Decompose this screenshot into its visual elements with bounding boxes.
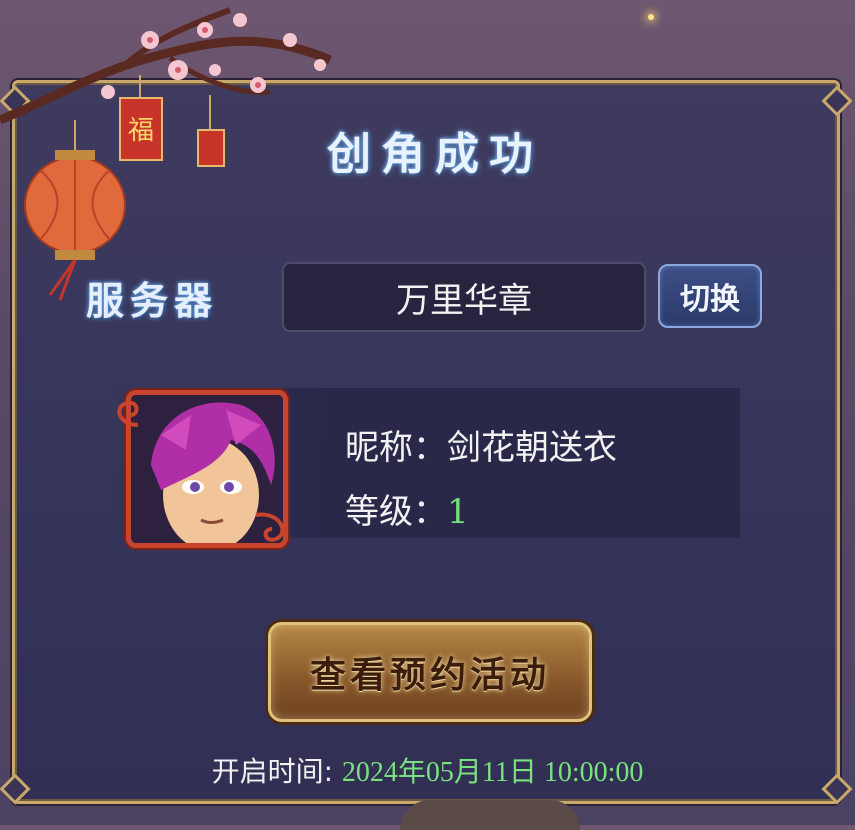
server-label: 服务器: [86, 278, 219, 323]
frame-swirl-icon: [255, 512, 285, 542]
level-label: 等级：: [345, 492, 447, 532]
view-reservation-activity-button[interactable]: 查看预约活动: [268, 622, 592, 722]
server-name: 万里华章: [396, 280, 532, 321]
frame-swirl-icon: [117, 400, 139, 427]
level-value: 1: [447, 492, 469, 532]
nickname-value: 剑花朝送衣: [447, 428, 617, 468]
open-time-label: 开启时间:: [211, 755, 342, 788]
open-time: 开启时间: 2024年05月11日 10:00:00: [0, 750, 855, 790]
fortune-char: 福: [128, 116, 155, 146]
dialog-title: 创角成功: [327, 129, 543, 180]
nickname-row: 昵称：剑花朝送衣: [345, 420, 617, 469]
switch-server-button[interactable]: 切换: [658, 264, 762, 328]
server-name-field: 万里华章: [282, 262, 646, 332]
button-label: 查看预约活动: [309, 654, 550, 696]
level-row: 等级：1: [345, 484, 469, 533]
nickname-label: 昵称：: [345, 428, 447, 468]
bottom-ornament: [400, 800, 580, 830]
open-time-value: 2024年05月11日 10:00:00: [341, 757, 644, 788]
star-decoration: [648, 14, 654, 20]
